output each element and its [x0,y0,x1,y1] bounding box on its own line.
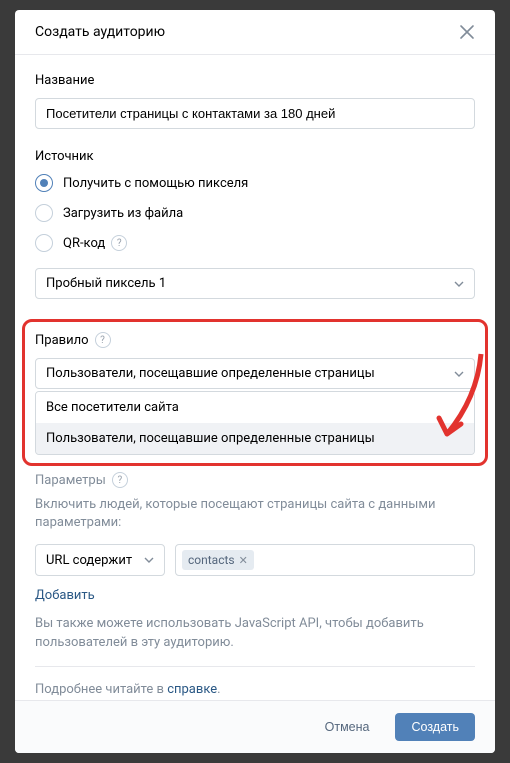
radio-indicator [35,204,53,222]
pixel-select[interactable]: Пробный пиксель 1 [35,268,475,299]
url-tag-text: contacts [188,553,235,567]
params-label-row: Параметры ? [35,472,475,488]
create-audience-modal: Создать аудиторию Название Источник Полу… [15,10,495,753]
tag-remove-icon[interactable]: ✕ [239,554,248,567]
chevron-down-icon [454,369,464,379]
radio-indicator [35,174,53,192]
radio-option-pixel[interactable]: Получить с помощью пикселя [35,174,475,192]
name-label: Название [35,73,475,88]
url-condition-value: URL содержит [46,553,132,568]
radio-option-file[interactable]: Загрузить из файла [35,204,475,222]
help-link[interactable]: справке [167,682,217,697]
name-block: Название [35,73,475,129]
rule-highlight-box: Правило ? Пользователи, посещавшие опред… [22,319,488,466]
cancel-button[interactable]: Отмена [309,713,386,741]
url-condition-select[interactable]: URL содержит [35,544,165,576]
source-label: Источник [35,149,475,164]
chevron-down-icon [144,555,154,565]
url-value-input[interactable]: contacts ✕ [175,544,475,576]
radio-indicator [35,234,53,252]
rule-select[interactable]: Пользователи, посещавшие определенные ст… [35,358,475,389]
radio-option-qr[interactable]: QR-код ? [35,234,475,252]
help-icon[interactable]: ? [112,472,128,488]
rule-label-row: Правило ? [35,332,475,348]
rule-dropdown: Все посетители сайта Пользователи, посещ… [35,391,475,455]
chevron-down-icon [454,279,464,289]
source-block: Источник Получить с помощью пикселя Загр… [35,149,475,299]
params-description: Включить людей, которые посещают страниц… [35,496,475,532]
help-line: Подробнее читайте в справке. [35,681,475,699]
rule-select-value: Пользователи, посещавшие определенные ст… [46,366,375,381]
add-param-link[interactable]: Добавить [35,588,95,603]
params-label: Параметры [35,473,106,488]
rule-option-specific-pages[interactable]: Пользователи, посещавшие определенные ст… [36,423,474,454]
modal-footer: Отмена Создать [15,700,495,753]
radio-label: Загрузить из файла [63,206,183,221]
param-row: URL содержит contacts ✕ [35,544,475,576]
url-tag: contacts ✕ [182,550,254,570]
radio-label: QR-код [63,236,105,251]
modal-header: Создать аудиторию [15,10,495,55]
pixel-select-value: Пробный пиксель 1 [46,276,166,291]
rule-option-all-visitors[interactable]: Все посетители сайта [36,392,474,423]
close-icon[interactable] [459,24,475,40]
create-button[interactable]: Создать [395,713,475,741]
audience-name-input[interactable] [35,98,475,129]
help-icon[interactable]: ? [95,332,111,348]
radio-label: Получить с помощью пикселя [63,176,248,191]
divider [35,666,475,667]
help-icon[interactable]: ? [111,235,127,251]
rule-label: Правило [35,333,89,348]
modal-body: Название Источник Получить с помощью пик… [15,55,495,700]
help-prefix: Подробнее читайте в [35,682,167,697]
modal-title: Создать аудиторию [35,24,165,40]
js-api-note: Вы также можете использовать JavaScript … [35,615,475,651]
